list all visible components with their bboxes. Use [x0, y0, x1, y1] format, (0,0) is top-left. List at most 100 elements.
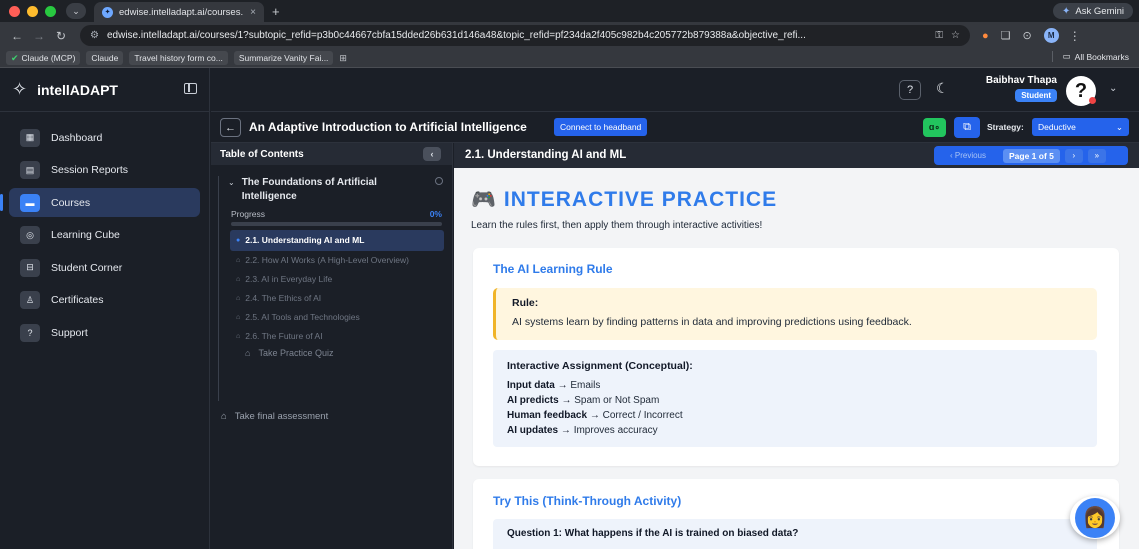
new-tab-button[interactable]: + [272, 4, 280, 19]
forward-arrow-icon[interactable]: → [28, 29, 50, 43]
apps-grid-icon[interactable]: ⊞ [339, 53, 347, 64]
courses-icon: ▬ [20, 193, 40, 212]
previous-page-button[interactable]: ‹ Previous [938, 151, 998, 160]
site-favicon-icon: ✦ [102, 6, 113, 18]
ask-gemini-button[interactable]: ✦ Ask Gemini [1053, 3, 1133, 19]
back-button[interactable]: ← [220, 118, 241, 137]
app-sidebar: ✧ intellADAPT ▦ Dashboard ▤ Session Repo… [0, 68, 210, 549]
final-assessment-label: Take final assessment [234, 411, 329, 422]
chevron-down-icon[interactable]: ⌄ [1109, 83, 1117, 94]
practice-quiz-item[interactable]: ⌂ Take Practice Quiz [245, 348, 452, 358]
lock-icon: ⌂ [221, 411, 227, 422]
last-page-button[interactable]: » [1087, 148, 1106, 163]
rule-text: AI systems learn by finding patterns in … [512, 316, 912, 328]
row-value: Emails [570, 380, 601, 391]
bookmark-label: Claude (MCP) [21, 53, 76, 63]
lock-icon: ⌂ [236, 333, 241, 340]
connect-headband-button[interactable]: Connect to headband [554, 118, 648, 136]
user-role-badge: Student [1015, 89, 1057, 102]
address-bar[interactable]: ⚙ edwise.intelladapt.ai/courses/1?subtop… [80, 25, 970, 46]
assignment-title: Interactive Assignment (Conceptual): [507, 360, 693, 372]
arrow-icon: → [557, 380, 568, 391]
assistant-avatar-icon: 👩 [1075, 497, 1115, 538]
reload-icon[interactable]: ↻ [50, 29, 72, 43]
bookmark-item[interactable]: ✔ Claude (MCP) [6, 51, 81, 65]
brand-header: ✧ intellADAPT [0, 68, 209, 112]
toc-collapse-button[interactable]: ‹ [423, 147, 441, 161]
zoom-window-button[interactable] [45, 5, 56, 17]
lesson-item-2-6[interactable]: ⌂ 2.6. The Future of AI [230, 327, 444, 346]
support-icon: ? [20, 323, 40, 342]
lesson-item-2-2[interactable]: ⌂ 2.2. How AI Works (A High-Level Overvi… [230, 251, 444, 270]
lesson-label: 2.2. How AI Works (A High-Level Overview… [245, 255, 409, 265]
bookmark-item[interactable]: Summarize Vanity Fai... [233, 51, 334, 65]
sidebar-item-student-corner[interactable]: ⊟ Student Corner [9, 253, 200, 282]
gemini-sparkle-icon: ✦ [1062, 5, 1071, 17]
close-tab-icon[interactable]: × [250, 7, 256, 18]
brain-mode-button[interactable]: ɑ∘ [923, 118, 946, 137]
help-button[interactable]: ? [899, 80, 921, 100]
help-icon: ? [906, 84, 914, 96]
minimize-window-button[interactable] [27, 5, 38, 17]
sidebar-item-dashboard[interactable]: ▦ Dashboard [9, 123, 200, 152]
course-header: ← An Adaptive Introduction to Artificial… [211, 112, 1139, 143]
strategy-select[interactable]: Deductive ⌄ [1032, 118, 1129, 136]
password-key-icon[interactable]: ⚿ [935, 30, 943, 41]
tab-search-button[interactable]: ⌄ [66, 3, 86, 19]
sidebar-item-label: Learning Cube [51, 229, 120, 241]
sidebar-item-learning-cube[interactable]: ◎ Learning Cube [9, 221, 200, 250]
close-window-button[interactable] [9, 5, 20, 17]
sidebar-item-courses[interactable]: ▬ Courses [0, 188, 200, 217]
student-icon: ⊟ [20, 258, 40, 277]
lesson-item-2-5[interactable]: ⌂ 2.5. AI Tools and Technologies [230, 308, 444, 327]
back-arrow-icon[interactable]: ← [6, 29, 28, 43]
lock-icon: ⌂ [236, 276, 241, 283]
lesson-item-2-4[interactable]: ⌂ 2.4. The Ethics of AI [230, 289, 444, 308]
window-controls [9, 5, 56, 17]
dark-mode-moon-icon[interactable]: ☾ [936, 80, 949, 97]
rule-card-title: The AI Learning Rule [493, 262, 613, 276]
intro-text: Learn the rules first, then apply them t… [471, 220, 763, 231]
bookmark-star-icon[interactable]: ☆ [951, 30, 960, 41]
brand-logo-icon: ✧ [12, 79, 28, 99]
question-box: Question 1: What happens if the AI is tr… [493, 519, 1097, 549]
next-page-button[interactable]: › [1064, 148, 1083, 163]
lock-icon: ⌂ [245, 348, 251, 358]
assistant-chat-button[interactable]: 👩 [1070, 496, 1120, 539]
user-info[interactable]: Baibhav Thapa Student [981, 75, 1057, 102]
all-bookmarks-label: All Bookmarks [1074, 51, 1129, 62]
profile-avatar[interactable]: M [1043, 28, 1059, 43]
bookmark-label: Summarize Vanity Fai... [238, 53, 329, 63]
lesson-item-2-1[interactable]: ● 2.1. Understanding AI and ML [230, 230, 444, 251]
browser-tabbar: ⌄ ✦ edwise.intelladapt.ai/courses... × +… [0, 0, 1139, 22]
final-assessment-item[interactable]: ⌂ Take final assessment [221, 411, 452, 422]
lock-icon: ⌂ [236, 257, 241, 264]
try-this-card: Try This (Think-Through Activity) Questi… [473, 479, 1119, 549]
extensions-puzzle-icon[interactable]: ❏ [1001, 29, 1011, 42]
lesson-label: 2.4. The Ethics of AI [245, 293, 322, 303]
sidebar-toggle-icon[interactable] [184, 83, 197, 94]
bookmark-item[interactable]: Travel history form co... [129, 51, 228, 65]
site-settings-icon[interactable]: ⚙ [90, 30, 99, 41]
assignment-row: Human feedback → Correct / Incorrect [507, 408, 1083, 423]
check-icon: ✔ [11, 52, 19, 63]
lesson-label: 2.6. The Future of AI [245, 331, 323, 341]
focus-mode-button[interactable]: ⧉ [954, 117, 980, 138]
practice-heading-text: INTERACTIVE PRACTICE [503, 187, 778, 211]
extension-fox-icon[interactable]: ● [982, 30, 989, 42]
page-indicator: Page 1 of 5 [1003, 148, 1060, 163]
sidebar-item-session-reports[interactable]: ▤ Session Reports [9, 156, 200, 185]
all-bookmarks-button[interactable]: ▭ All Bookmarks [1051, 51, 1129, 62]
sidebar-item-certificates[interactable]: ♙ Certificates [9, 286, 200, 315]
browser-tab[interactable]: ✦ edwise.intelladapt.ai/courses... × [94, 2, 264, 22]
lesson-item-2-3[interactable]: ⌂ 2.3. AI in Everyday Life [230, 270, 444, 289]
address-url[interactable]: edwise.intelladapt.ai/courses/1?subtopic… [107, 30, 927, 41]
browser-menu-icon[interactable]: ⋮ [1069, 29, 1081, 43]
avatar[interactable]: ? [1066, 76, 1096, 106]
sync-icon[interactable]: ⊙ [1023, 29, 1032, 42]
sidebar-item-support[interactable]: ? Support [9, 318, 200, 347]
chapter-item[interactable]: ⌄ The Foundations of Artificial Intellig… [219, 176, 452, 204]
row-key: Human feedback [507, 410, 588, 421]
bookmark-item[interactable]: Claude [86, 51, 124, 65]
row-value: Improves accuracy [573, 425, 658, 436]
